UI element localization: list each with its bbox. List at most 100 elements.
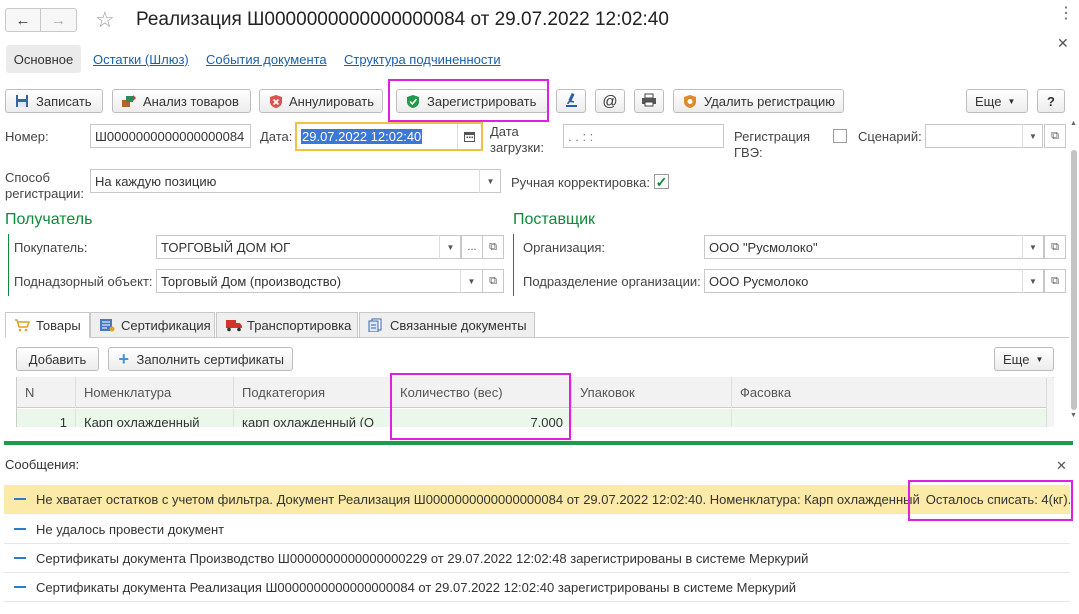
save-button[interactable]: Записать [5,89,103,113]
col-name[interactable]: Номенклатура [76,377,234,408]
message-item[interactable]: Сертификаты документа Реализация Ш000000… [4,573,1070,602]
open-icon: ⧉ [489,274,497,287]
analysis-button[interactable]: Анализ товаров [112,89,251,113]
scroll-down-icon[interactable]: ▼ [1070,412,1077,419]
tab-events[interactable]: События документа [206,52,327,67]
tab-transport[interactable]: Транспортировка [216,312,358,338]
gve-checkbox[interactable] [833,129,847,143]
microscope-button[interactable] [556,89,586,113]
cell-packs [572,409,732,427]
gve-label-2: ГВЭ: [734,145,763,160]
help-button[interactable]: ? [1037,89,1065,113]
add-button-label: Добавить [28,351,87,367]
tab-structure[interactable]: Структура подчиненности [344,52,501,67]
method-field[interactable]: На каждую позицию [90,169,501,193]
object-label: Поднадзорный объект: [14,274,153,289]
buyer-select-button[interactable]: ... [461,235,483,259]
tab-basic-label: Основное [13,51,74,67]
date-field[interactable]: 29.07.2022 12:02:40 [295,122,483,151]
method-label-1: Способ [5,170,50,185]
window-title: Реализация Ш0000000000000000084 от 29.07… [136,9,669,30]
table-scrollbar[interactable] [1046,378,1054,427]
tab-certification-label: Сертификация [121,317,211,333]
method-label-2: регистрации: [5,186,84,201]
close-icon[interactable]: ✕ [1057,35,1069,52]
scenario-dropdown[interactable]: ▼ [1022,124,1043,148]
date-field-value: 29.07.2022 12:02:40 [301,129,423,144]
more-options-icon[interactable]: ⋮ [1058,6,1074,22]
scroll-up-icon[interactable]: ▲ [1070,120,1077,127]
forward-button[interactable]: → [41,9,76,31]
more-button[interactable]: Еще ▼ [966,89,1028,113]
scenario-open-button[interactable]: ⧉ [1044,124,1066,148]
col-subcategory[interactable]: Подкатегория [234,377,392,408]
calendar-icon[interactable] [457,124,481,149]
favorite-star-icon[interactable]: ☆ [95,7,115,33]
open-icon: ⧉ [1051,240,1059,253]
dept-field[interactable]: ООО Русмолоко [704,269,1044,293]
form-scrollbar[interactable]: ▲ ▼ [1069,120,1079,425]
delete-registration-button[interactable]: Удалить регистрацию [673,89,844,113]
at-icon: @ [602,92,618,110]
object-open-button[interactable]: ⧉ [482,269,504,293]
message-item[interactable]: Сертификаты документа Производство Ш0000… [4,544,1070,573]
add-button[interactable]: Добавить [16,347,99,371]
table-more-button[interactable]: Еще ▼ [994,347,1054,371]
fill-certificates-button[interactable]: + Заполнить сертификаты [108,347,293,371]
open-icon: ⧉ [1051,274,1059,287]
manual-correction-checkbox[interactable]: ✓ [654,174,669,189]
microscope-icon [563,92,579,111]
shield-cancel-icon [268,93,283,109]
date-label: Дата: [260,129,293,144]
col-n[interactable]: N [17,377,76,408]
col-packs[interactable]: Упаковок [572,377,732,408]
back-forward-group: ← → [5,8,77,32]
tab-basic[interactable]: Основное [6,45,81,73]
tab-remains[interactable]: Остатки (Шлюз) [93,52,189,67]
back-button[interactable]: ← [6,9,42,31]
gve-label-1: Регистрация [734,129,810,144]
org-open-button[interactable]: ⧉ [1044,235,1066,259]
dept-label: Подразделение организации: [523,274,701,289]
col-packing[interactable]: Фасовка [732,377,1047,408]
object-field[interactable]: Торговый Дом (производство) [156,269,483,293]
messages-close-icon[interactable]: ✕ [1056,458,1067,474]
shield-delete-icon [682,93,698,109]
tab-goods-label: Товары [36,317,81,333]
print-button[interactable] [634,89,664,113]
scrollbar-thumb[interactable] [1071,150,1077,410]
buyer-open-button[interactable]: ⧉ [482,235,504,259]
object-dropdown[interactable]: ▼ [460,269,482,293]
org-field[interactable]: ООО "Русмолоко" [704,235,1044,259]
goods-analysis-icon [121,93,137,109]
email-button[interactable]: @ [595,89,625,113]
analysis-button-label: Анализ товаров [143,93,239,109]
message-text: Сертификаты документа Производство Ш0000… [36,550,809,566]
number-field[interactable]: Ш0000000000000000084 [90,124,251,148]
more-button-label: Еще [975,93,1002,109]
tab-certification[interactable]: Сертификация [90,312,215,338]
messages-title: Сообщения: [5,457,80,472]
message-text: Сертификаты документа Реализация Ш000000… [36,579,796,595]
recipient-divider [8,234,9,296]
buyer-field[interactable]: ТОРГОВЫЙ ДОМ ЮГ [156,235,461,259]
message-dash-icon [14,557,26,559]
dept-open-button[interactable]: ⧉ [1044,269,1066,293]
method-dropdown[interactable]: ▼ [479,169,501,193]
delete-registration-label: Удалить регистрацию [703,93,835,109]
truck-icon [225,318,242,332]
cell-name: Карп охлажденный [76,409,234,427]
buyer-dropdown[interactable]: ▼ [439,235,461,259]
chevron-down-icon: ▼ [1007,96,1016,106]
tab-related-docs[interactable]: Связанные документы [359,312,535,338]
supplier-divider [513,234,514,296]
annul-button[interactable]: Аннулировать [259,89,383,113]
save-button-label: Записать [36,93,92,109]
message-text: Не удалось провести документ [36,521,225,537]
tab-goods[interactable]: Товары [5,312,90,338]
register-highlight-box [388,79,549,122]
load-date-field[interactable]: . . : : [563,124,724,148]
load-date-label-2: загрузки: [490,140,545,155]
org-dropdown[interactable]: ▼ [1022,235,1043,259]
dept-dropdown[interactable]: ▼ [1022,269,1043,293]
